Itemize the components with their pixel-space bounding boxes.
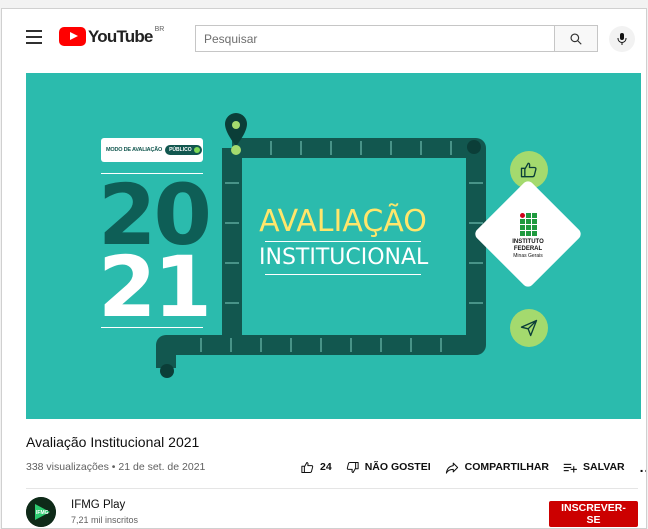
voice-search-button[interactable] [609,26,635,52]
subscribe-button[interactable]: INSCREVER-SE [549,501,638,527]
more-actions-button[interactable]: ... [640,459,646,475]
thumbnail-title-line2: INSTITUCIONAL [259,245,429,270]
video-player[interactable]: MODO DE AVALIAÇÃO PÚBLICO 20 21 AVALIAÇÃ… [26,73,641,419]
hamburger-menu-icon[interactable] [26,30,42,44]
channel-name[interactable]: IFMG Play [71,499,125,511]
dislike-button[interactable]: NÃO GOSTEI [345,460,431,475]
thumbnail-title: AVALIAÇÃO INSTITUCIONAL [259,204,429,277]
year-bottom-digits: 21 [98,238,212,336]
playlist-add-icon [563,463,577,472]
like-icon [301,461,314,473]
title-rule-bottom [265,274,421,275]
like-button[interactable]: 24 [300,460,332,475]
evaluation-mode-tag: MODO DE AVALIAÇÃO PÚBLICO [101,138,203,162]
public-badge: PÚBLICO [165,145,202,155]
ifmg-logo-mark [496,213,560,236]
institution-line3: Minas Gerais [513,253,543,259]
region-code: BR [154,26,165,33]
evaluation-mode-label: MODO DE AVALIAÇÃO [106,147,163,153]
search-icon [570,32,582,45]
youtube-play-icon [59,27,86,46]
search-bar [195,25,598,52]
youtube-window: YouTube BR Pesquisar MODO DE AVALIAÇÃO P… [1,8,647,529]
institution-line2: FEDERAL [513,246,543,252]
avatar-text: IFMG [36,510,49,516]
title-rule [265,241,421,242]
ifmg-play-logo-icon: IFMG [26,497,56,527]
channel-avatar[interactable]: IFMG [26,497,56,527]
share-label: COMPARTILHAR [464,461,550,473]
youtube-logo[interactable]: YouTube BR [59,26,165,47]
search-input[interactable] [195,25,554,52]
year-divider-bottom [101,327,203,328]
microphone-icon [617,33,627,45]
video-title: Avaliação Institucional 2021 [26,434,200,450]
dislike-label: NÃO GOSTEI [364,461,431,473]
thumbnail-title-line1: AVALIAÇÃO [259,204,427,239]
like-count: 24 [320,461,332,473]
save-label: SALVAR [583,461,625,473]
institution-line1: INSTITUTO [512,239,544,245]
paper-plane-icon [520,319,538,337]
share-button[interactable]: COMPARTILHAR [444,460,549,475]
send-badge [510,309,548,347]
dislike-icon [346,461,359,473]
logo-text: YouTube [88,27,153,46]
video-meta: 338 visualizações • 21 de set. de 2021 [26,461,206,473]
ifmg-logo: INSTITUTO FEDERAL Minas Gerais [496,213,560,260]
video-actions: 24 NÃO GOSTEI COMPARTILHAR SALVAR ... [300,457,646,477]
subscriber-count: 7,21 mil inscritos [71,515,139,525]
info-divider [26,488,638,489]
search-button[interactable] [554,25,598,52]
thumbs-up-icon [520,162,537,178]
masthead: YouTube BR [2,9,646,65]
share-icon [445,462,458,474]
save-button[interactable]: SALVAR [562,460,625,475]
